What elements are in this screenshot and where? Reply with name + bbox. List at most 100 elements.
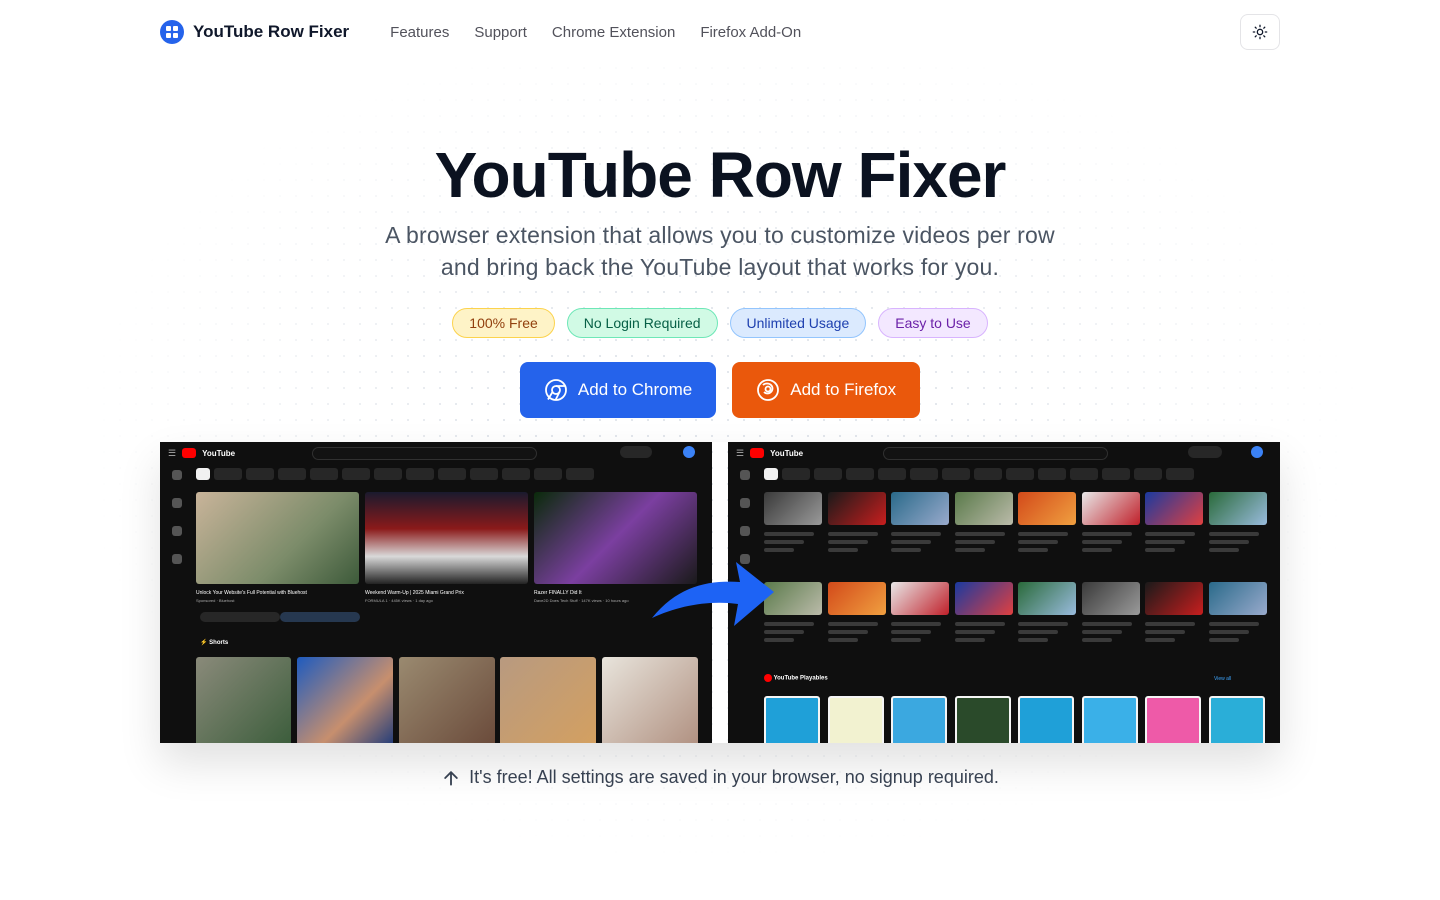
video-thumbnail — [891, 492, 949, 525]
video-meta-line — [1208, 638, 1239, 642]
video-meta-line — [1081, 548, 1112, 552]
video-meta-line — [1081, 622, 1132, 626]
create-button — [620, 446, 652, 458]
hero-title: YouTube Row Fixer — [434, 139, 1007, 211]
game-thumbnail — [1145, 696, 1201, 743]
yt-sidebar — [166, 470, 188, 582]
footnote: It's free! All settings are saved in you… — [0, 767, 1440, 788]
video-title: Weekend Warm-Up | 2025 Miami Grand Prix — [365, 590, 464, 596]
video-meta-line — [827, 638, 858, 642]
video-meta-line — [1081, 630, 1122, 634]
video-meta-line — [954, 540, 995, 544]
video-meta: Sponsored · Bluehost — [196, 598, 235, 603]
video-meta-line — [764, 638, 794, 642]
video-thumbnail — [1208, 492, 1267, 525]
video-meta-line — [1208, 532, 1259, 536]
video-title: Unlock Your Website's Full Potential wit… — [196, 590, 307, 596]
menu-icon: ☰ — [736, 447, 745, 458]
video-meta-line — [1018, 630, 1058, 634]
video-meta-line — [1208, 622, 1259, 626]
footnote-text: It's free! All settings are saved in you… — [469, 767, 999, 787]
youtube-wordmark: YouTube — [770, 448, 804, 458]
video-meta-line — [764, 540, 804, 544]
brand[interactable]: YouTube Row Fixer — [160, 20, 349, 44]
game-thumbnail — [827, 696, 884, 743]
visit-site-button — [280, 612, 360, 622]
add-to-chrome-button[interactable]: Add to Chrome — [519, 362, 717, 418]
short-thumbnail — [602, 657, 698, 743]
video-meta-line — [1208, 540, 1249, 544]
video-meta: FORMULA 1 · 445K views · 1 day ago — [365, 598, 433, 603]
video-meta-line — [1145, 548, 1175, 552]
chrome-icon — [545, 379, 567, 401]
video-meta-line — [1081, 638, 1112, 642]
screenshot-before: ☰ YouTube Unlock Your Website's Full Pot… — [160, 442, 712, 743]
video-thumbnail — [1081, 582, 1140, 615]
theme-toggle-button[interactable] — [1240, 14, 1280, 50]
youtube-wordmark: YouTube — [202, 448, 236, 458]
game-thumbnail — [1208, 696, 1265, 743]
video-meta-line — [1145, 638, 1175, 642]
game-thumbnail — [954, 696, 1011, 743]
yt-search-bar — [883, 447, 1108, 460]
transform-arrow-icon — [652, 562, 774, 626]
brand-name: YouTube Row Fixer — [193, 22, 350, 41]
video-thumbnail — [1208, 582, 1267, 615]
short-thumbnail — [500, 657, 596, 743]
nav-link-support[interactable]: Support — [474, 24, 527, 41]
video-meta-line — [1018, 622, 1068, 626]
video-meta-line — [764, 548, 794, 552]
badge-free: 100% Free — [452, 308, 555, 338]
short-thumbnail — [399, 657, 495, 743]
video-meta-line — [954, 630, 995, 634]
game-thumbnail — [1081, 696, 1138, 743]
view-all-link: View all — [1214, 676, 1232, 682]
nav-link-chrome-extension[interactable]: Chrome Extension — [552, 24, 675, 41]
video-meta-line — [954, 638, 985, 642]
hero-subtitle-line1: A browser extension that allows you to c… — [385, 222, 1055, 248]
video-thumbnail — [1018, 492, 1076, 525]
video-meta-line — [1018, 548, 1048, 552]
video-meta-line — [827, 532, 878, 536]
video-meta-line — [1018, 638, 1048, 642]
video-meta-line — [891, 622, 941, 626]
video-meta-line — [1208, 548, 1239, 552]
yt-search-bar — [312, 447, 537, 460]
video-meta-line — [891, 532, 941, 536]
yt-chips — [196, 468, 702, 480]
watch-button — [200, 612, 280, 622]
video-thumbnail — [365, 492, 528, 584]
nav-link-features[interactable]: Features — [390, 24, 449, 41]
video-meta-line — [891, 630, 931, 634]
add-to-chrome-label: Add to Chrome — [577, 380, 693, 399]
game-thumbnail — [1018, 696, 1074, 743]
video-thumbnail — [196, 492, 359, 584]
screenshot-after: ☰ YouTube YouTube Playables View all — [728, 442, 1280, 743]
badge-unlimited: Unlimited Usage — [729, 308, 867, 338]
video-meta-line — [954, 622, 1005, 626]
video-thumbnail — [827, 582, 886, 615]
game-thumbnail — [891, 696, 947, 743]
video-meta-line — [1145, 532, 1195, 536]
badge-no-login: No Login Required — [566, 308, 718, 338]
youtube-logo-icon — [750, 448, 765, 458]
video-thumbnail — [1018, 582, 1076, 615]
video-meta-line — [954, 548, 985, 552]
video-meta-line — [827, 630, 868, 634]
video-thumbnail — [954, 492, 1013, 525]
video-meta-line — [827, 622, 878, 626]
firefox-icon — [757, 379, 780, 401]
add-to-firefox-label: Add to Firefox — [790, 380, 897, 399]
video-thumbnail — [954, 582, 1013, 615]
video-meta-line — [764, 532, 814, 536]
sun-icon — [1252, 24, 1268, 40]
video-meta-line — [1018, 532, 1068, 536]
nav-link-firefox-addon[interactable]: Firefox Add-On — [700, 24, 801, 41]
video-meta-line — [1145, 630, 1185, 634]
game-thumbnail — [764, 696, 820, 743]
video-thumbnail — [891, 582, 949, 615]
app-logo-icon — [160, 20, 184, 44]
short-thumbnail — [196, 657, 291, 743]
add-to-firefox-button[interactable]: Add to Firefox — [732, 362, 921, 418]
video-meta-line — [1145, 540, 1185, 544]
